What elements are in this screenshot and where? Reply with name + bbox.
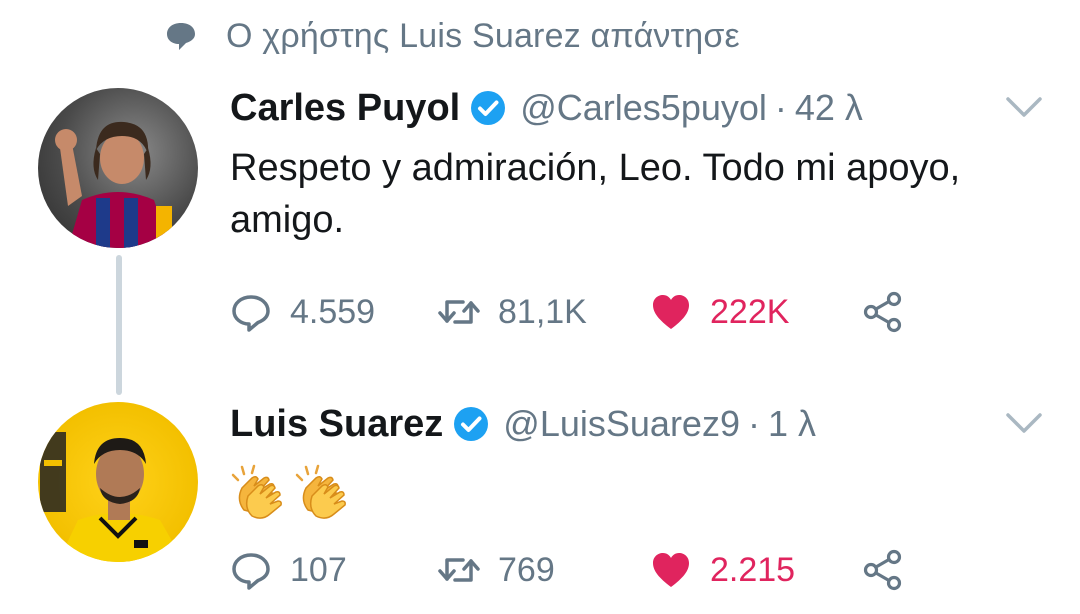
heart-icon xyxy=(653,295,689,329)
clapping-hands-icon xyxy=(295,464,346,519)
chevron-down-icon[interactable] xyxy=(1004,410,1044,436)
heart-icon xyxy=(653,553,689,587)
tweet-luis-suarez[interactable]: Luis Suarez @LuisSuarez9 · 1 λ xyxy=(230,396,1050,526)
like-button[interactable]: 222K xyxy=(650,291,862,333)
user-handle[interactable]: @Carles5puyol xyxy=(520,87,767,129)
reply-icon xyxy=(232,553,270,590)
speech-bubble-icon xyxy=(167,23,195,50)
verified-badge-icon xyxy=(454,407,489,441)
like-count: 222K xyxy=(710,292,790,331)
reply-context-text: Ο χρήστης Luis Suarez απάντησε xyxy=(226,16,740,55)
reply-button[interactable]: 107 xyxy=(230,549,438,591)
tweet-text: Respeto y admiración, Leo. Todo mi apoyo… xyxy=(230,147,961,241)
share-icon xyxy=(863,291,902,333)
like-button[interactable]: 2.215 xyxy=(650,549,862,591)
verified-badge-icon xyxy=(471,91,506,125)
tweet-time[interactable]: 1 λ xyxy=(768,403,816,445)
avatar-photo xyxy=(55,121,172,248)
share-button[interactable] xyxy=(862,291,904,333)
retweet-count: 81,1K xyxy=(498,292,587,331)
share-icon xyxy=(863,549,902,591)
tweet-header: Carles Puyol @Carles5puyol · 42 λ xyxy=(230,80,1050,136)
thread-connector-line xyxy=(116,255,122,395)
tweet-carles-puyol[interactable]: Carles Puyol @Carles5puyol · 42 λ Respet… xyxy=(230,80,1050,246)
reply-count: 4.559 xyxy=(290,292,376,331)
tweet-text xyxy=(230,464,1050,526)
chevron-down-icon[interactable] xyxy=(1004,94,1044,120)
avatar-carles-puyol[interactable] xyxy=(38,88,198,248)
share-button[interactable] xyxy=(862,549,904,591)
like-count: 2.215 xyxy=(710,550,796,589)
avatar-luis-suarez[interactable] xyxy=(38,402,198,562)
retweet-icon xyxy=(438,558,480,582)
reply-button[interactable]: 4.559 xyxy=(230,291,438,333)
retweet-button[interactable]: 81,1K xyxy=(438,291,650,333)
tweet-actions: 4.559 81,1K 222K xyxy=(230,282,904,342)
clapping-hands-icon xyxy=(231,464,282,519)
user-handle[interactable]: @LuisSuarez9 xyxy=(503,403,740,445)
separator-dot: · xyxy=(747,403,760,444)
separator-dot: · xyxy=(774,87,787,128)
retweet-button[interactable]: 769 xyxy=(438,549,650,591)
tweet-time[interactable]: 42 λ xyxy=(795,87,863,129)
display-name[interactable]: Carles Puyol xyxy=(230,87,460,130)
reply-icon xyxy=(232,295,270,332)
tweet-actions: 107 769 2.215 xyxy=(230,540,904,600)
reply-context[interactable]: Ο χρήστης Luis Suarez απάντησε xyxy=(164,12,740,60)
retweet-count: 769 xyxy=(498,550,555,589)
tweet-header: Luis Suarez @LuisSuarez9 · 1 λ xyxy=(230,396,1050,452)
avatar-photo xyxy=(40,432,184,562)
retweet-icon xyxy=(438,300,480,324)
reply-count: 107 xyxy=(290,550,347,589)
display-name[interactable]: Luis Suarez xyxy=(230,403,443,446)
